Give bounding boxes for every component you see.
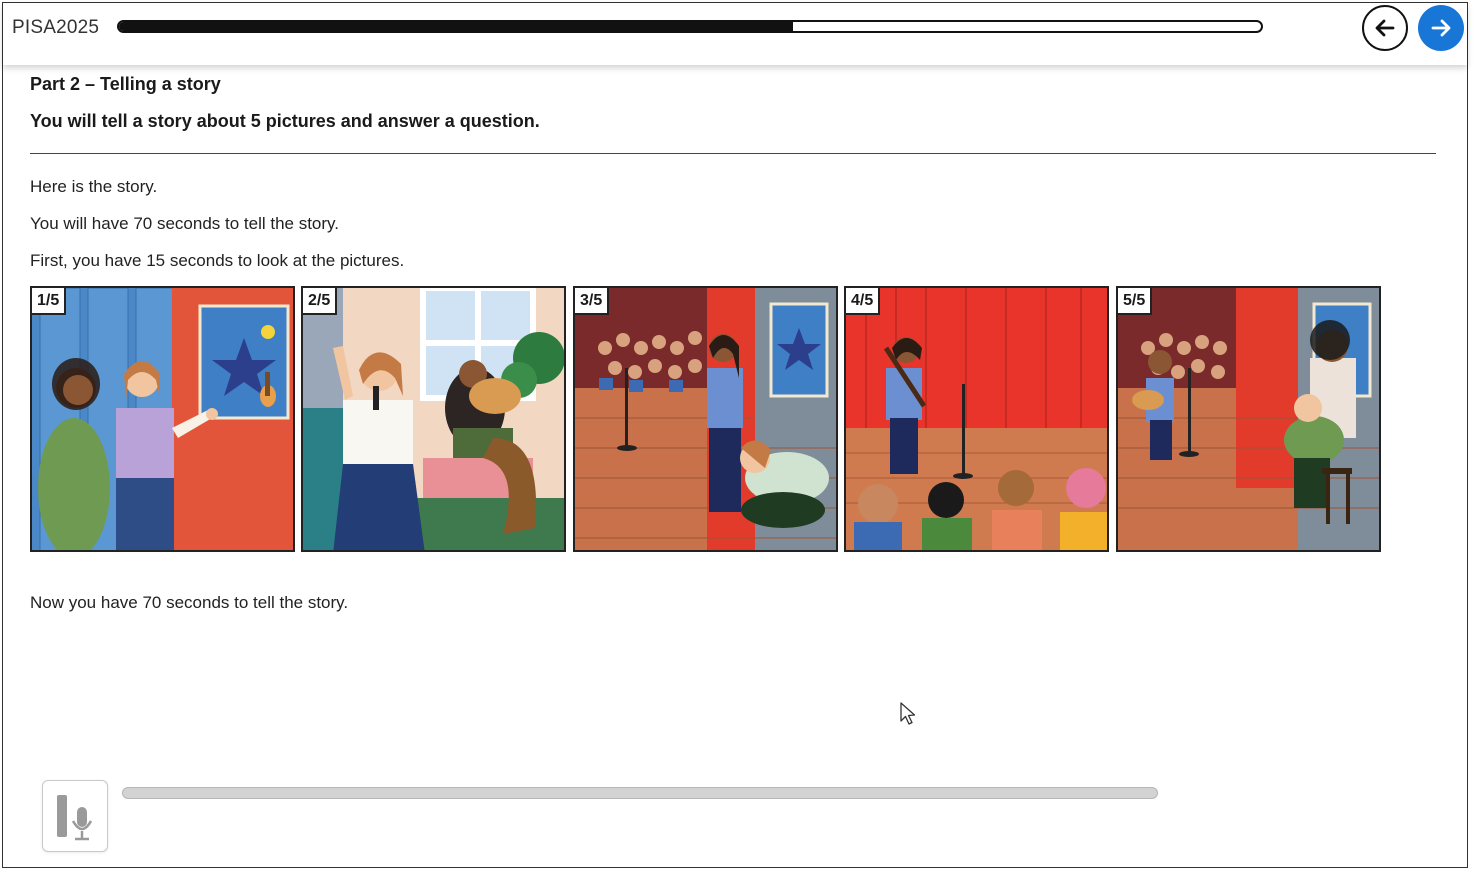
paragraph-look-time: First, you have 15 seconds to look at th…: [30, 251, 405, 270]
story-panel-3: 3/5: [573, 286, 838, 552]
assessment-window: PISA2025 Part 2 – Telling a story You wi…: [2, 2, 1468, 868]
speaking-prompt: Now you have 70 seconds to tell the stor…: [30, 593, 349, 612]
mouse-pointer-icon: [900, 702, 916, 725]
picture-strip: 1/5 2/5 3/5 4/5 5/5: [30, 286, 1390, 552]
panel-1-illustration: [32, 288, 293, 550]
record-button[interactable]: [42, 780, 108, 852]
panel-label: 2/5: [303, 288, 338, 315]
part-title: Part 2 – Telling a story: [30, 74, 221, 94]
microphone-icon: [57, 795, 93, 841]
arrow-right-icon: [1431, 19, 1451, 37]
panel-2-illustration: [303, 288, 564, 550]
panel-label: 5/5: [1118, 288, 1153, 315]
back-button[interactable]: [1362, 5, 1408, 51]
panel-5-illustration: [1118, 288, 1379, 550]
next-button[interactable]: [1418, 5, 1464, 51]
story-panel-5: 5/5: [1116, 286, 1381, 552]
paragraph-story-intro: Here is the story.: [30, 177, 158, 196]
story-panel-1: 1/5: [30, 286, 295, 552]
panel-label: 3/5: [575, 288, 610, 315]
panel-label: 1/5: [32, 288, 67, 315]
panel-4-illustration: [846, 288, 1107, 550]
divider: [30, 153, 1436, 154]
arrow-left-icon: [1375, 19, 1395, 37]
recording-level-bar: [122, 787, 1158, 799]
panel-3-illustration: [575, 288, 836, 550]
task-instruction: You will tell a story about 5 pictures a…: [30, 111, 540, 131]
story-panel-4: 4/5: [844, 286, 1109, 552]
brand-label: PISA2025: [12, 17, 100, 38]
progress-bar: [117, 20, 1263, 33]
panel-label: 4/5: [846, 288, 881, 315]
top-bar: PISA2025: [3, 3, 1467, 65]
progress-fill: [119, 22, 793, 31]
story-panel-2: 2/5: [301, 286, 566, 552]
paragraph-time-limit: You will have 70 seconds to tell the sto…: [30, 214, 340, 233]
